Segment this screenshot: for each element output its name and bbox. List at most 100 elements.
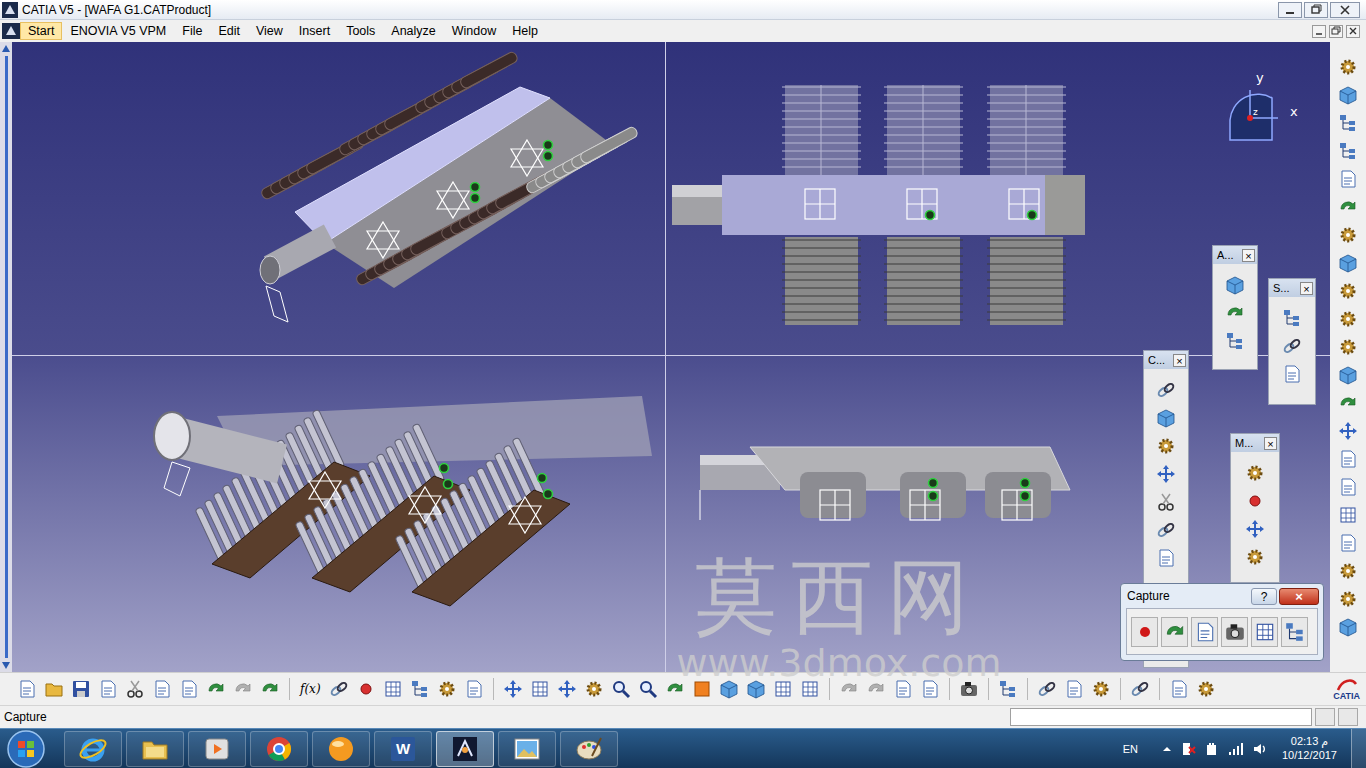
toolbar-button[interactable]: [43, 678, 65, 700]
menu-item[interactable]: ENOVIA V5 VPM: [62, 22, 174, 40]
link-icon[interactable]: [1130, 679, 1150, 699]
toolbar-button[interactable]: [637, 678, 659, 700]
gear-icon[interactable]: [437, 679, 457, 699]
menu-item[interactable]: Insert: [291, 22, 338, 40]
toolbar-button[interactable]: [664, 678, 686, 700]
floating-toolbar[interactable]: M... ×: [1230, 433, 1280, 583]
doc-icon[interactable]: [1156, 548, 1176, 568]
toolbar-button[interactable]: [16, 678, 38, 700]
menu-item[interactable]: Help: [504, 22, 546, 40]
move-icon[interactable]: [503, 679, 523, 699]
show-desktop-button[interactable]: [1351, 729, 1366, 768]
tree-icon[interactable]: [1338, 113, 1358, 133]
link-icon[interactable]: [1037, 679, 1057, 699]
scroll-down-icon[interactable]: [1, 660, 11, 670]
toolbar-button[interactable]: [1337, 364, 1359, 386]
cube-icon[interactable]: [719, 679, 739, 699]
move-icon[interactable]: [1245, 519, 1265, 539]
restore-icon[interactable]: [1304, 2, 1328, 18]
disk-icon[interactable]: [71, 679, 91, 699]
toolbar-button[interactable]: [1337, 560, 1359, 582]
taskbar-app[interactable]: [188, 731, 246, 767]
camera-icon[interactable]: [1224, 621, 1246, 643]
gear-icon[interactable]: [1156, 436, 1176, 456]
toolbar-button[interactable]: [1281, 335, 1303, 357]
close-button[interactable]: ×: [1279, 588, 1319, 605]
status-button[interactable]: [1315, 708, 1335, 726]
toolbar-button[interactable]: [1195, 678, 1217, 700]
model-iso-top[interactable]: [12, 42, 665, 355]
orange-icon[interactable]: [692, 679, 712, 699]
toolbar-button[interactable]: [1221, 617, 1248, 647]
scroll-up-icon[interactable]: [1, 44, 11, 54]
toolbar-button[interactable]: [1281, 363, 1303, 385]
show-hidden-icon[interactable]: [1162, 744, 1172, 754]
cube-icon[interactable]: [1338, 85, 1358, 105]
capture-toolbar[interactable]: Capture ? ×: [1120, 583, 1324, 661]
toolbar-button[interactable]: [1337, 336, 1359, 358]
cube-icon[interactable]: [1225, 275, 1245, 295]
toolbar-button[interactable]: [1155, 407, 1177, 429]
arrow-icon[interactable]: [1338, 393, 1358, 413]
toolbar-button[interactable]: [1244, 546, 1266, 568]
doc-icon[interactable]: [179, 679, 199, 699]
compass-icon[interactable]: yxz: [1230, 70, 1298, 140]
gear-icon[interactable]: [1338, 57, 1358, 77]
minimize-icon[interactable]: [1278, 2, 1302, 18]
toolbar-button[interactable]: [1337, 308, 1359, 330]
catia-menu-icon[interactable]: [2, 23, 20, 39]
dot-icon[interactable]: [1245, 491, 1265, 511]
doc-icon[interactable]: [17, 679, 37, 699]
toolbar-button[interactable]: [1155, 435, 1177, 457]
menu-item[interactable]: File: [174, 22, 210, 40]
toolbar-button[interactable]: [1337, 168, 1359, 190]
tree-icon[interactable]: [998, 679, 1018, 699]
tree-icon[interactable]: [1282, 308, 1302, 328]
model-iso-bottom[interactable]: [12, 356, 665, 672]
toolbar-button[interactable]: [1224, 274, 1246, 296]
toolbar-button[interactable]: [1337, 392, 1359, 414]
grid-icon[interactable]: [800, 679, 820, 699]
toolbar-button[interactable]: [1337, 112, 1359, 134]
taskbar-app[interactable]: [250, 731, 308, 767]
toolbar-button[interactable]: [1337, 56, 1359, 78]
toolbar-button[interactable]: [1155, 547, 1177, 569]
grid-icon[interactable]: [1254, 621, 1276, 643]
menu-item[interactable]: Tools: [338, 22, 383, 40]
toolbar-button[interactable]: [259, 678, 281, 700]
cube-icon[interactable]: [1338, 365, 1358, 385]
doc-close-icon[interactable]: [1346, 25, 1360, 38]
toolbar-close-button[interactable]: ×: [1242, 249, 1255, 262]
arrow-icon[interactable]: [260, 679, 280, 699]
scroll-track[interactable]: [5, 56, 8, 658]
toolbar-button[interactable]: [1251, 617, 1278, 647]
zoom-icon[interactable]: [611, 679, 631, 699]
doc-icon[interactable]: [152, 679, 172, 699]
toolbar-button[interactable]: [178, 678, 200, 700]
gear-icon[interactable]: [1245, 463, 1265, 483]
gear-icon[interactable]: [1245, 547, 1265, 567]
doc-icon[interactable]: [1282, 364, 1302, 384]
gear-icon[interactable]: [1338, 281, 1358, 301]
doc-icon[interactable]: [1194, 621, 1216, 643]
cube-icon[interactable]: [746, 679, 766, 699]
toolbar-button[interactable]: [1244, 490, 1266, 512]
dot-icon[interactable]: [356, 679, 376, 699]
tree-icon[interactable]: [410, 679, 430, 699]
toolbar-button[interactable]: [70, 678, 92, 700]
toolbar-button[interactable]: [382, 678, 404, 700]
link-icon[interactable]: [1156, 520, 1176, 540]
toolbar-close-button[interactable]: ×: [1264, 437, 1277, 450]
taskbar-app[interactable]: [436, 731, 494, 767]
start-orb-icon[interactable]: [6, 729, 46, 768]
formula-button[interactable]: f(x): [298, 682, 323, 696]
toolbar-button[interactable]: [1337, 504, 1359, 526]
menu-item[interactable]: Edit: [210, 22, 248, 40]
toolbar-button[interactable]: [1337, 280, 1359, 302]
link-icon[interactable]: [329, 679, 349, 699]
toolbar-button[interactable]: [97, 678, 119, 700]
toolbar-button[interactable]: [124, 678, 146, 700]
toolbar-button[interactable]: [1337, 448, 1359, 470]
doc-icon[interactable]: [893, 679, 913, 699]
volume-icon[interactable]: [1252, 741, 1268, 757]
